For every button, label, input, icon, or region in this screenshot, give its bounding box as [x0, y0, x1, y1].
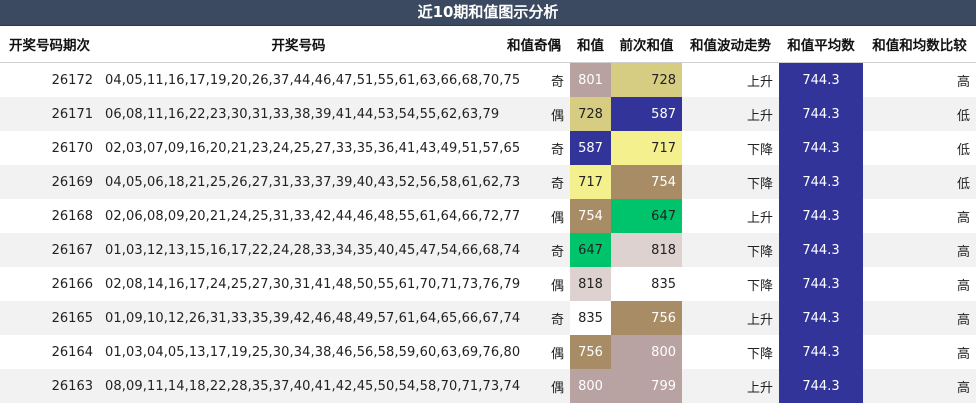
cell-sum: 587 — [570, 131, 611, 165]
table-row: 26165 01,09,10,12,26,31,33,35,39,42,46,48… — [0, 301, 976, 335]
cell-avg: 744.3 — [779, 199, 863, 233]
cell-trend: 下降 — [682, 131, 779, 165]
cell-trend: 下降 — [682, 165, 779, 199]
cell-sum: 756 — [570, 335, 611, 369]
cell-avg: 744.3 — [779, 335, 863, 369]
cell-prev-sum: 835 — [611, 267, 682, 301]
cell-compare: 低 — [863, 97, 976, 131]
header-period: 开奖号码期次 — [0, 26, 99, 63]
table-row: 26172 04,05,11,16,17,19,20,26,37,44,46,47… — [0, 62, 976, 97]
cell-prev-sum: 754 — [611, 165, 682, 199]
header-parity: 和值奇偶 — [498, 26, 570, 63]
cell-trend: 下降 — [682, 267, 779, 301]
cell-numbers: 02,06,08,09,20,21,24,25,31,33,42,44,46,4… — [99, 199, 520, 233]
cell-compare: 低 — [863, 165, 976, 199]
cell-trend: 上升 — [682, 62, 779, 97]
cell-avg: 744.3 — [779, 267, 863, 301]
cell-trend: 上升 — [682, 369, 779, 403]
cell-sum: 647 — [570, 233, 611, 267]
cell-avg: 744.3 — [779, 97, 863, 131]
cell-numbers: 04,05,11,16,17,19,20,26,37,44,46,47,51,5… — [99, 62, 520, 97]
cell-numbers: 04,05,06,18,21,25,26,27,31,33,37,39,40,4… — [99, 165, 520, 199]
cell-prev-sum: 800 — [611, 335, 682, 369]
table-row: 26169 04,05,06,18,21,25,26,27,31,33,37,39… — [0, 165, 976, 199]
table-row: 26168 02,06,08,09,20,21,24,25,31,33,42,44… — [0, 199, 976, 233]
sum-analysis-table: 开奖号码期次 开奖号码 和值奇偶 和值 前次和值 和值波动走势 和值平均数 和值… — [0, 26, 976, 403]
cell-numbers: 06,08,11,16,22,23,30,31,33,38,39,41,44,5… — [99, 97, 499, 131]
cell-sum: 818 — [570, 267, 611, 301]
cell-numbers: 02,08,14,16,17,24,25,27,30,31,41,48,50,5… — [99, 267, 520, 301]
cell-prev-sum: 818 — [611, 233, 682, 267]
cell-numbers: 08,09,11,14,18,22,28,35,37,40,41,42,45,5… — [99, 369, 520, 403]
table-row: 26163 08,09,11,14,18,22,28,35,37,40,41,42… — [0, 369, 976, 403]
cell-trend: 上升 — [682, 97, 779, 131]
cell-avg: 744.3 — [779, 62, 863, 97]
cell-period: 26170 — [0, 131, 99, 165]
cell-period: 26163 — [0, 369, 99, 403]
table-row: 26164 01,03,04,05,13,17,19,25,30,34,38,46… — [0, 335, 976, 369]
cell-numbers: 02,03,07,09,16,20,21,23,24,25,27,33,35,3… — [99, 131, 520, 165]
table-row: 26167 01,03,12,13,15,16,17,22,24,28,33,34… — [0, 233, 976, 267]
cell-sum: 835 — [570, 301, 611, 335]
cell-period: 26171 — [0, 97, 99, 131]
cell-prev-sum: 587 — [611, 97, 682, 131]
cell-compare: 高 — [863, 233, 976, 267]
header-prev-sum: 前次和值 — [611, 26, 682, 63]
cell-avg: 744.3 — [779, 233, 863, 267]
cell-prev-sum: 647 — [611, 199, 682, 233]
cell-compare: 高 — [863, 267, 976, 301]
cell-avg: 744.3 — [779, 369, 863, 403]
cell-sum: 728 — [570, 97, 611, 131]
cell-period: 26166 — [0, 267, 99, 301]
cell-compare: 低 — [863, 131, 976, 165]
page-title: 近10期和值图示分析 — [0, 0, 976, 26]
header-sum: 和值 — [570, 26, 611, 63]
cell-period: 26169 — [0, 165, 99, 199]
header-compare: 和值和均数比较 — [863, 26, 976, 63]
cell-period: 26167 — [0, 233, 99, 267]
cell-sum: 717 — [570, 165, 611, 199]
header-trend: 和值波动走势 — [682, 26, 779, 63]
cell-prev-sum: 728 — [611, 62, 682, 97]
cell-compare: 高 — [863, 62, 976, 97]
cell-period: 26172 — [0, 62, 99, 97]
cell-avg: 744.3 — [779, 131, 863, 165]
cell-trend: 下降 — [682, 233, 779, 267]
cell-numbers: 01,03,04,05,13,17,19,25,30,34,38,46,56,5… — [99, 335, 520, 369]
cell-compare: 高 — [863, 199, 976, 233]
table-row: 26170 02,03,07,09,16,20,21,23,24,25,27,33… — [0, 131, 976, 165]
cell-avg: 744.3 — [779, 301, 863, 335]
table-header-row: 开奖号码期次 开奖号码 和值奇偶 和值 前次和值 和值波动走势 和值平均数 和值… — [0, 26, 976, 63]
cell-trend: 上升 — [682, 301, 779, 335]
cell-period: 26165 — [0, 301, 99, 335]
cell-trend: 上升 — [682, 199, 779, 233]
table-row: 26166 02,08,14,16,17,24,25,27,30,31,41,48… — [0, 267, 976, 301]
header-avg: 和值平均数 — [779, 26, 863, 63]
cell-parity: 偶 — [498, 97, 570, 131]
cell-sum: 754 — [570, 199, 611, 233]
cell-compare: 高 — [863, 335, 976, 369]
cell-prev-sum: 756 — [611, 301, 682, 335]
cell-numbers: 01,03,12,13,15,16,17,22,24,28,33,34,35,4… — [99, 233, 520, 267]
cell-sum: 800 — [570, 369, 611, 403]
cell-sum: 801 — [570, 62, 611, 97]
cell-prev-sum: 799 — [611, 369, 682, 403]
cell-compare: 高 — [863, 301, 976, 335]
cell-period: 26168 — [0, 199, 99, 233]
table-row: 26171 06,08,11,16,22,23,30,31,33,38,39,41… — [0, 97, 976, 131]
cell-period: 26164 — [0, 335, 99, 369]
cell-prev-sum: 717 — [611, 131, 682, 165]
cell-numbers: 01,09,10,12,26,31,33,35,39,42,46,48,49,5… — [99, 301, 520, 335]
header-numbers: 开奖号码 — [99, 26, 498, 63]
cell-trend: 下降 — [682, 335, 779, 369]
table-body: 26172 04,05,11,16,17,19,20,26,37,44,46,47… — [0, 62, 976, 403]
cell-avg: 744.3 — [779, 165, 863, 199]
cell-compare: 高 — [863, 369, 976, 403]
